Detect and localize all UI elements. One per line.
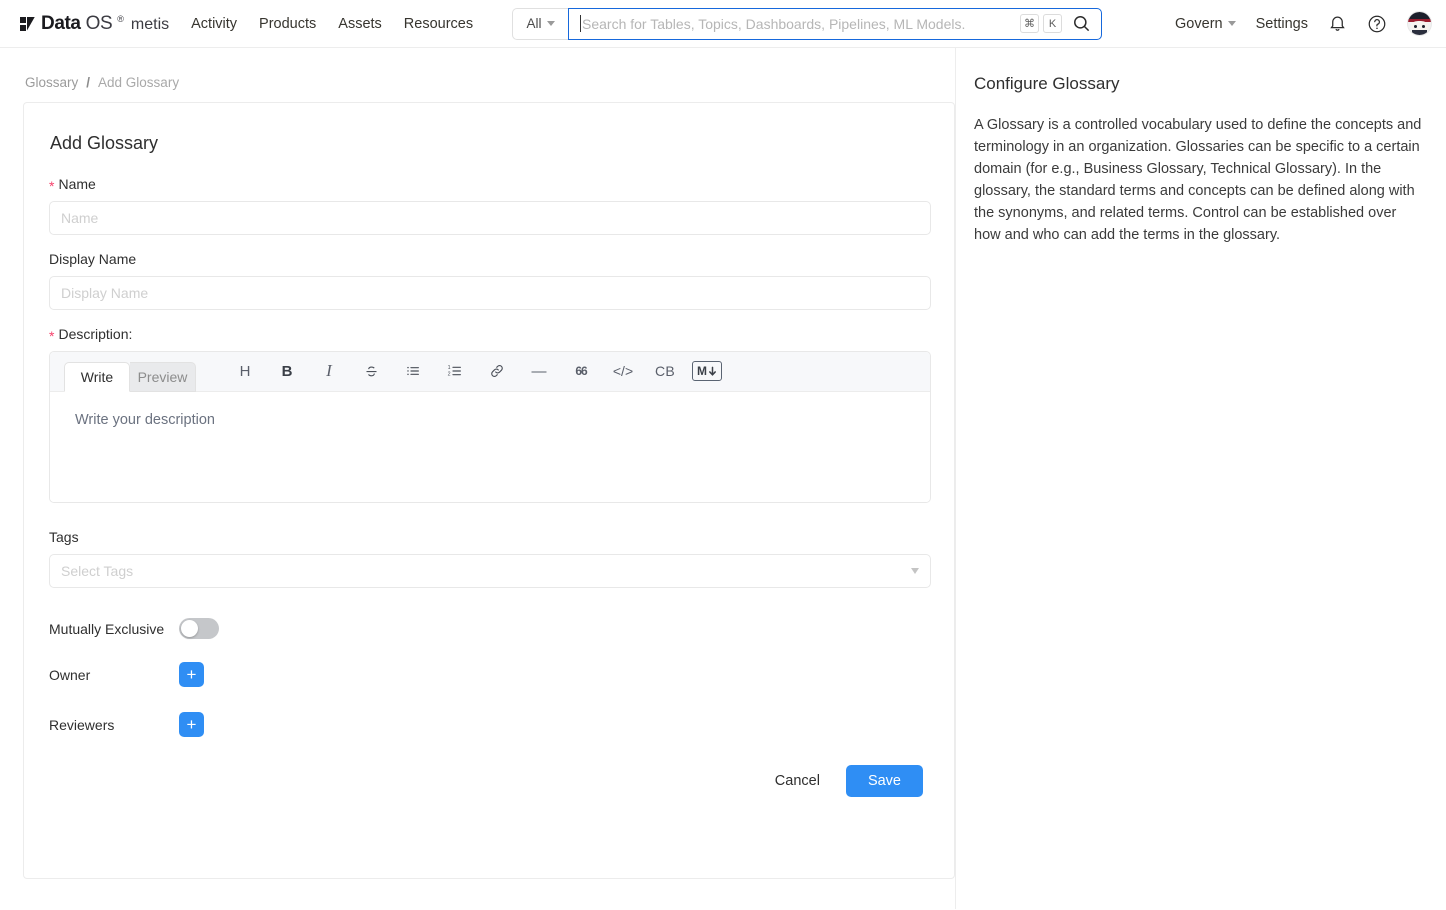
name-label: Name <box>58 176 96 192</box>
form-column: Glossary / Add Glossary Add Glossary * N… <box>0 48 956 909</box>
italic-icon[interactable]: I <box>308 356 350 386</box>
brand-product-text: metis <box>130 15 170 33</box>
user-avatar[interactable] <box>1407 11 1432 36</box>
shortcut-letter-key: K <box>1043 14 1062 33</box>
notification-bell-icon[interactable] <box>1328 14 1347 33</box>
add-glossary-card: Add Glossary * Name Display Name * <box>23 102 955 879</box>
horizontal-rule-icon[interactable]: — <box>518 356 560 386</box>
tags-label: Tags <box>49 529 79 545</box>
description-textarea[interactable]: Write your description <box>50 392 930 502</box>
nav-item-resources[interactable]: Resources <box>404 16 473 32</box>
search-input[interactable] <box>582 15 1016 32</box>
save-button[interactable]: Save <box>845 765 923 797</box>
strikethrough-icon[interactable] <box>350 356 392 386</box>
svg-text:1: 1 <box>448 365 451 371</box>
bold-icon[interactable]: B <box>266 356 308 386</box>
name-field-group: * Name <box>49 176 931 235</box>
brand-logo[interactable]: Data OS ® metis <box>15 13 169 35</box>
editor-tabs: Write Preview <box>64 352 196 392</box>
display-name-label-row: Display Name <box>49 251 929 267</box>
settings-link[interactable]: Settings <box>1256 16 1308 32</box>
description-label-row: * Description: <box>49 326 929 344</box>
info-panel-title: Configure Glossary <box>974 74 1120 93</box>
nav-item-products[interactable]: Products <box>259 16 316 32</box>
required-asterisk: * <box>49 178 55 194</box>
top-navigation-bar: Data OS ® metis Activity Products Assets R… <box>0 0 1446 48</box>
tags-field-group: Tags Select Tags <box>49 529 931 588</box>
dataos-logo-mark-icon <box>20 16 35 31</box>
blockquote-icon[interactable]: 66 <box>560 356 602 386</box>
reviewers-row: Reviewers + <box>49 712 929 737</box>
display-name-field-group: Display Name <box>49 251 931 310</box>
code-block-icon[interactable]: CB <box>644 356 686 386</box>
info-panel: Configure Glossary A Glossary is a contr… <box>956 48 1446 909</box>
name-input[interactable] <box>49 201 931 235</box>
chevron-down-icon <box>911 568 919 574</box>
top-right-actions: Govern Settings <box>1175 11 1432 36</box>
owner-label: Owner <box>49 666 91 683</box>
markdown-toolbar: Write Preview H B I 1 2 — 66 </> CB M <box>50 352 930 392</box>
display-name-input[interactable] <box>49 276 931 310</box>
info-panel-body: A Glossary is a controlled vocabulary us… <box>974 117 1422 243</box>
form-actions: Cancel Save <box>49 765 929 797</box>
inline-code-icon[interactable]: </> <box>602 356 644 386</box>
markdown-editor: Write Preview H B I 1 2 — 66 </> CB M Wr… <box>49 351 931 503</box>
nav-item-activity[interactable]: Activity <box>191 16 237 32</box>
help-circle-icon[interactable] <box>1367 14 1387 34</box>
breadcrumb: Glossary / Add Glossary <box>0 48 955 102</box>
tags-select[interactable]: Select Tags <box>49 554 931 588</box>
govern-menu[interactable]: Govern <box>1175 16 1236 32</box>
chevron-down-icon <box>546 21 555 26</box>
mutually-exclusive-toggle[interactable] <box>179 618 219 639</box>
name-label-row: * Name <box>49 176 929 194</box>
tab-preview[interactable]: Preview <box>130 362 196 392</box>
global-search: All ⌘ K <box>512 7 1102 40</box>
numbered-list-icon[interactable]: 1 2 <box>434 356 476 386</box>
add-owner-button[interactable]: + <box>179 662 204 687</box>
registered-trademark-icon: ® <box>117 13 124 24</box>
bullet-list-icon[interactable] <box>392 356 434 386</box>
heading-icon[interactable]: H <box>224 356 266 386</box>
search-scope-dropdown[interactable]: All <box>512 7 568 40</box>
markdown-tool-buttons: H B I 1 2 — 66 </> CB M <box>224 352 728 391</box>
mutually-exclusive-label: Mutually Exclusive <box>49 620 165 637</box>
breadcrumb-item-current: Add Glossary <box>98 75 180 90</box>
brand-os-text: OS <box>85 12 113 34</box>
text-cursor <box>580 15 581 32</box>
page-title: Add Glossary <box>50 133 159 153</box>
search-scope-label: All <box>526 16 542 31</box>
cancel-button[interactable]: Cancel <box>761 765 834 797</box>
markdown-letter: M <box>697 364 707 378</box>
mutually-exclusive-row: Mutually Exclusive <box>49 618 929 639</box>
breadcrumb-separator: / <box>86 75 91 90</box>
breadcrumb-item-glossary[interactable]: Glossary <box>25 75 78 90</box>
brand-data-text: Data <box>41 12 81 34</box>
description-field-group: * Description: Write Preview H B I 1 2 —… <box>49 326 931 503</box>
page-body: Glossary / Add Glossary Add Glossary * N… <box>0 48 1446 909</box>
display-name-label: Display Name <box>49 251 137 267</box>
svg-text:2: 2 <box>448 372 451 378</box>
search-field-wrapper[interactable]: ⌘ K <box>568 7 1102 40</box>
markdown-icon[interactable]: M <box>686 356 728 386</box>
owner-row: Owner + <box>49 662 929 687</box>
reviewers-label: Reviewers <box>49 716 115 733</box>
description-label: Description: <box>58 326 133 342</box>
required-asterisk: * <box>49 328 55 344</box>
main-nav-links: Activity Products Assets Resources <box>191 16 473 32</box>
search-icon[interactable] <box>1072 14 1091 33</box>
link-icon[interactable] <box>476 356 518 386</box>
chevron-down-icon <box>1227 21 1236 26</box>
add-reviewer-button[interactable]: + <box>179 712 204 737</box>
tags-placeholder: Select Tags <box>61 563 134 579</box>
shortcut-meta-key: ⌘ <box>1020 14 1039 33</box>
tab-write[interactable]: Write <box>64 362 130 392</box>
nav-item-assets[interactable]: Assets <box>338 16 382 32</box>
govern-label: Govern <box>1175 15 1223 32</box>
tags-label-row: Tags <box>49 529 929 545</box>
